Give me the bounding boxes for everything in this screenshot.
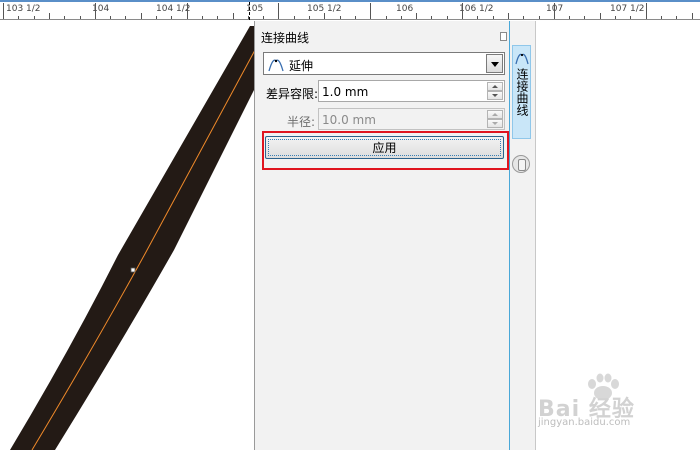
ruler-tick [79,16,81,19]
ruler-tick [630,16,632,19]
join-extend-icon [268,59,284,72]
watermark-url: jingyan.baidu.com [538,417,631,428]
ruler-tick [645,3,647,19]
ruler-tick [263,16,265,19]
docker-header: 连接曲线 [255,21,509,48]
stepper-up-icon [487,110,503,119]
stepper-down-icon [487,119,503,128]
ruler-tick [156,16,157,19]
stepper-up-icon[interactable] [487,82,503,91]
focus-ring [268,139,501,156]
ruler-tick [507,13,509,19]
object-properties-tab-icon[interactable] [512,155,530,173]
tolerance-label: 差异容限: [265,87,318,101]
ruler-position-marker [249,2,250,20]
ruler-label: 106 [396,4,414,14]
ruler-tick [400,16,402,19]
radius-stepper [487,110,503,128]
ruler-tick [94,3,96,19]
ruler-tick [125,16,127,19]
ruler-tick [446,16,448,19]
thick-curve[interactable] [10,26,255,450]
node-handle[interactable] [130,267,136,273]
ruler-tick [492,16,494,19]
ruler-tick [140,13,142,19]
ruler-tick [232,13,234,19]
ruler-tick [370,3,372,19]
docker-tab-strip: 连接曲线 [510,21,536,450]
ruler-tick [416,13,418,19]
tab-join-curves[interactable]: 连接曲线 [512,45,531,139]
docker-title: 连接曲线 [261,31,310,45]
ruler-tick [278,3,280,19]
ruler-tick [339,16,341,19]
ruler-label: 107 1/2 [610,4,645,14]
ruler-tick [691,13,693,19]
tolerance-value: 1.0 mm [322,85,369,99]
ruler-tick [186,3,188,19]
join-curves-icon [515,53,529,65]
ruler-tick [18,16,20,19]
ruler-tick [3,3,4,19]
ruler-tick [584,16,586,19]
ruler-tick [553,3,555,19]
ruler-tick [477,16,479,19]
join-mode-select[interactable]: 延伸 [263,52,505,75]
ruler-tick [676,16,678,19]
ruler-tick [309,16,310,19]
ruler-label: 106 1/2 [459,4,494,14]
ruler-label: 103 1/2 [6,4,41,14]
ruler-tick [324,13,326,19]
ruler-tick [48,13,50,19]
ruler-label: 104 1/2 [156,4,191,14]
ruler-tick [354,16,356,19]
drawing-canvas[interactable] [0,20,255,450]
ruler-tick [615,16,616,19]
ruler-tick [462,3,463,19]
ruler-tick [33,16,35,19]
apply-button[interactable]: 应用 [265,136,504,159]
ruler-tick [201,16,203,19]
join-curves-docker: 连接曲线 延伸 差异容限: 1.0 mm 半径: 10.0 mm 应用 [254,21,510,450]
radius-value: 10.0 mm [322,113,376,127]
ruler-tick [64,16,66,19]
chevron-down-icon[interactable] [486,54,503,73]
ruler-tick [385,16,387,19]
join-mode-value: 延伸 [289,59,314,73]
ruler-tick [171,16,173,19]
ruler-tick [660,16,662,19]
ruler-tick [110,16,112,19]
baidu-watermark: Bai 经验 jingyan.baidu.com [538,373,698,433]
ruler-tick [523,16,525,19]
ruler-tick [293,16,295,19]
ruler-accent-line [0,0,700,2]
stepper-down-icon[interactable] [487,91,503,100]
ruler-tick [217,16,219,19]
ruler-tick [599,13,601,19]
tab-join-curves-label: 连接曲线 [515,68,529,116]
curve-drawing [10,26,255,450]
horizontal-ruler[interactable]: 103 1/2 104 104 1/2 105 105 1/2 106 106 … [0,0,700,20]
radius-input: 10.0 mm [318,108,505,130]
docker-expand-button[interactable] [500,32,507,41]
ruler-tick [431,16,433,19]
ruler-tick [538,16,540,19]
ruler-tick [569,16,571,19]
tolerance-stepper[interactable] [487,82,503,100]
radius-label: 半径: [286,115,315,129]
tolerance-input[interactable]: 1.0 mm [318,80,505,102]
